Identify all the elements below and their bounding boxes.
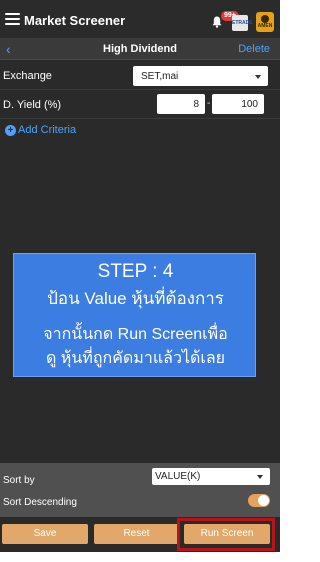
dividend-yield-min-input[interactable]: 8 [157,94,205,114]
app-title: Market Screener [24,13,126,28]
caret-down-icon [257,475,263,479]
criteria-row-exchange: Exchange SET,mai [0,62,280,90]
avatar[interactable]: AMEN [256,12,274,32]
range-separator: - [207,98,211,109]
dividend-yield-max-input[interactable]: 100 [212,94,264,114]
sort-by-value: VALUE(K) [155,471,201,482]
reset-button[interactable]: Reset [94,524,179,544]
step-instruction-line-1: ป้อน Value หุ้นที่ต้องการ [47,289,224,308]
delete-button[interactable]: Delete [238,43,270,55]
bottom-margin [0,552,280,562]
caret-down-icon [255,75,261,79]
sort-descending-toggle[interactable] [248,494,270,507]
broker-logo[interactable]: ETRADE [232,15,253,31]
dividend-yield-label: D. Yield (%) [3,99,62,111]
sort-panel: Sort by VALUE(K) Sort Descending [0,463,280,517]
exchange-value: SET,mai [141,71,179,82]
step-number: STEP : 4 [97,261,174,282]
sort-by-select[interactable]: VALUE(K) [152,468,270,485]
criteria-row-dividend-yield: D. Yield (%) 8 - 100 [0,91,280,119]
menu-icon[interactable] [5,13,20,25]
step-instruction-overlay: STEP : 4 ป้อน Value หุ้นที่ต้องการ จากนั… [13,253,256,377]
sort-by-label: Sort by [3,475,35,486]
step-instruction-line-3: ดู หุ้นที่ถูกคัดมาแล้วได้เลย [45,350,226,367]
run-screen-highlight [177,518,275,551]
exchange-label: Exchange [3,70,52,82]
step-instruction-line-2: จากนั้นกด Run Screenเพื่อ [43,326,228,343]
exchange-select[interactable]: SET,mai [133,66,268,86]
app-bar: Market Screener 99+ ETRADE AMEN [0,0,280,38]
plus-circle-icon: + [5,124,16,136]
add-criteria-button[interactable]: + Add Criteria [5,124,76,136]
sort-descending-label: Sort Descending [3,497,77,508]
screen-header: ‹ High Dividend Delete [0,38,280,60]
add-criteria-label: Add Criteria [18,124,77,136]
phone-screen: Market Screener 99+ ETRADE AMEN ‹ High D… [0,0,280,562]
save-button[interactable]: Save [2,524,88,544]
